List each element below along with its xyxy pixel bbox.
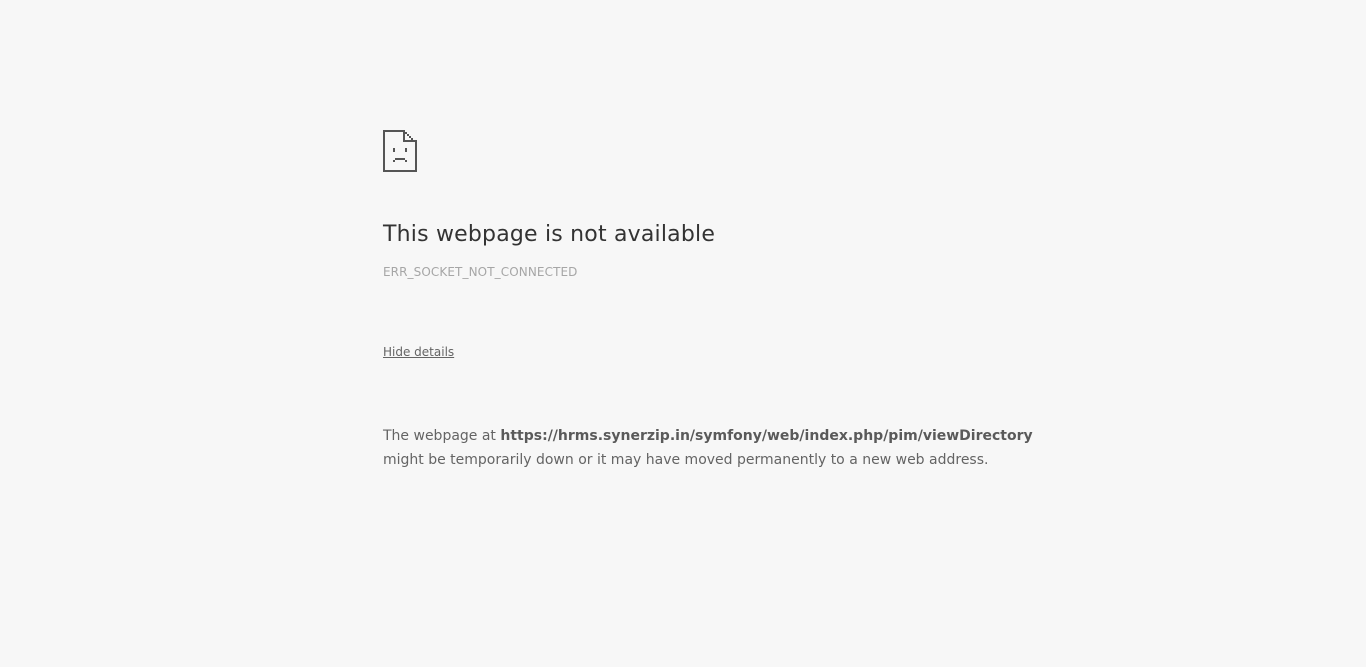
details-prefix: The webpage at: [383, 428, 496, 445]
error-details: The webpage at https://hrms.synerzip.in/…: [383, 424, 1283, 472]
error-heading: This webpage is not available: [383, 222, 716, 247]
details-line-1: The webpage at https://hrms.synerzip.in/…: [383, 424, 1283, 448]
error-content: This webpage is not available ERR_SOCKET…: [383, 130, 1283, 472]
sad-page-icon: [383, 130, 417, 172]
error-page: This webpage is not available ERR_SOCKET…: [0, 0, 1366, 667]
hide-details-link[interactable]: Hide details: [383, 345, 454, 359]
failed-url: https://hrms.synerzip.in/symfony/web/ind…: [500, 428, 1033, 445]
details-suffix: might be temporarily down or it may have…: [383, 452, 989, 469]
error-code: ERR_SOCKET_NOT_CONNECTED: [383, 265, 578, 280]
